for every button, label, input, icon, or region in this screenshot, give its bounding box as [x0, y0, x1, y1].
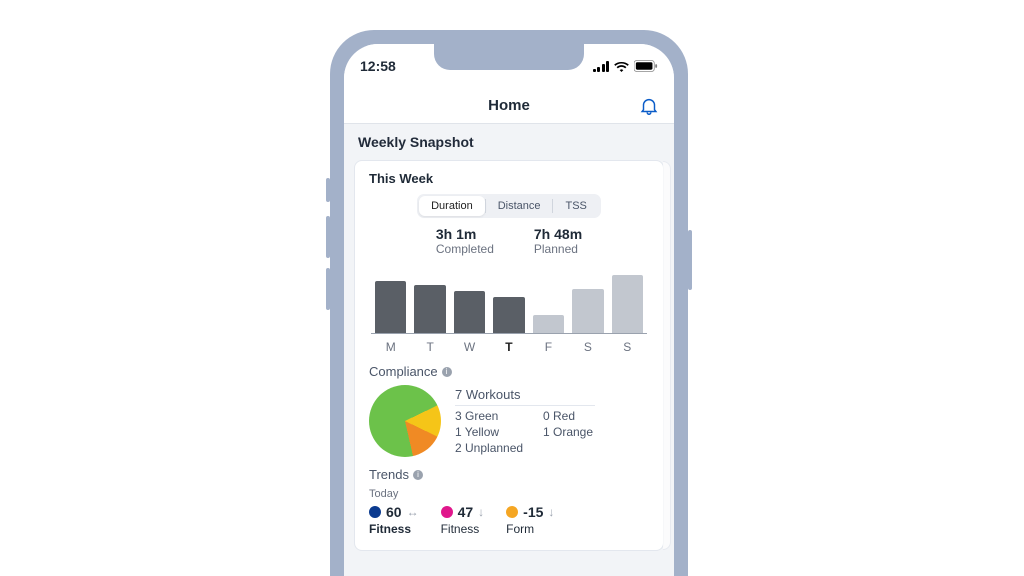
- day-label: F: [529, 340, 568, 354]
- notifications-button[interactable]: [638, 95, 660, 117]
- trend-dot-icon: [441, 506, 453, 518]
- trend-arrow-icon: ↓: [548, 505, 554, 519]
- trend-arrow-icon: ↔: [407, 505, 419, 519]
- info-icon[interactable]: i: [413, 470, 423, 480]
- phone-side-button: [326, 216, 330, 258]
- trend-name: Form: [506, 522, 554, 536]
- trend-name: Fitness: [369, 522, 419, 536]
- trend-dot-icon: [506, 506, 518, 518]
- day-label: T: [410, 340, 449, 354]
- trends-heading: Trends: [369, 467, 409, 482]
- trend-item[interactable]: 60 ↔ Fitness: [369, 504, 419, 536]
- seg-duration[interactable]: Duration: [419, 196, 485, 216]
- day-label: T: [489, 340, 528, 354]
- phone-side-button: [688, 230, 692, 290]
- compliance-pie-chart: [369, 385, 441, 457]
- compliance-stat: 3 Green: [455, 409, 525, 423]
- seg-distance[interactable]: Distance: [486, 196, 553, 216]
- trends-sub: Today: [369, 488, 649, 500]
- bar-t-1[interactable]: [414, 285, 445, 333]
- compliance-stat: 1 Yellow: [455, 425, 525, 439]
- bar-f-4[interactable]: [533, 315, 564, 333]
- battery-icon: [634, 60, 658, 72]
- phone-notch: [434, 44, 584, 70]
- phone-side-button: [326, 268, 330, 310]
- day-label: S: [568, 340, 607, 354]
- trend-item[interactable]: -15 ↓ Form: [506, 504, 554, 536]
- trend-value: -15: [523, 504, 543, 520]
- compliance-stat: 2 Unplanned: [455, 441, 525, 455]
- compliance-stat: 1 Orange: [543, 425, 595, 439]
- compliance-stat: 0 Red: [543, 409, 595, 423]
- trend-dot-icon: [369, 506, 381, 518]
- section-title: Weekly Snapshot: [344, 124, 674, 160]
- next-card-peek[interactable]: [663, 161, 671, 550]
- compliance-workouts-total: 7 Workouts: [455, 387, 595, 406]
- seg-tss[interactable]: TSS: [553, 196, 598, 216]
- completed-value: 3h 1m: [436, 226, 494, 242]
- bar-s-6[interactable]: [612, 275, 643, 333]
- signal-icon: [593, 61, 610, 72]
- info-icon[interactable]: i: [442, 367, 452, 377]
- phone-mockup: 12:58 Home: [330, 30, 688, 576]
- day-label: W: [450, 340, 489, 354]
- day-axis: MTWTFSS: [371, 340, 647, 354]
- this-week-card[interactable]: This Week DurationDistanceTSS 3h 1m Comp…: [354, 160, 664, 551]
- day-label: M: [371, 340, 410, 354]
- metric-segmented-control: DurationDistanceTSS: [417, 194, 601, 218]
- bar-m-0[interactable]: [375, 281, 406, 333]
- nav-bar: Home: [344, 88, 674, 124]
- phone-screen: 12:58 Home: [344, 44, 674, 576]
- planned-label: Planned: [534, 242, 582, 256]
- wifi-icon: [614, 61, 629, 72]
- page-title: Home: [488, 97, 530, 114]
- trend-value: 60: [386, 504, 402, 520]
- card-title: This Week: [369, 171, 649, 186]
- bar-t-3[interactable]: [493, 297, 524, 333]
- bar-s-5[interactable]: [572, 289, 603, 333]
- weekly-bar-chart: [371, 262, 647, 334]
- trend-value: 47: [458, 504, 474, 520]
- planned-value: 7h 48m: [534, 226, 582, 242]
- status-time: 12:58: [360, 58, 396, 74]
- bar-w-2[interactable]: [454, 291, 485, 333]
- day-label: S: [608, 340, 647, 354]
- compliance-heading: Compliance: [369, 364, 438, 379]
- trend-arrow-icon: ↓: [478, 505, 484, 519]
- phone-side-button: [326, 178, 330, 202]
- completed-label: Completed: [436, 242, 494, 256]
- trend-item[interactable]: 47 ↓ Fitness: [441, 504, 485, 536]
- trend-name: Fitness: [441, 522, 485, 536]
